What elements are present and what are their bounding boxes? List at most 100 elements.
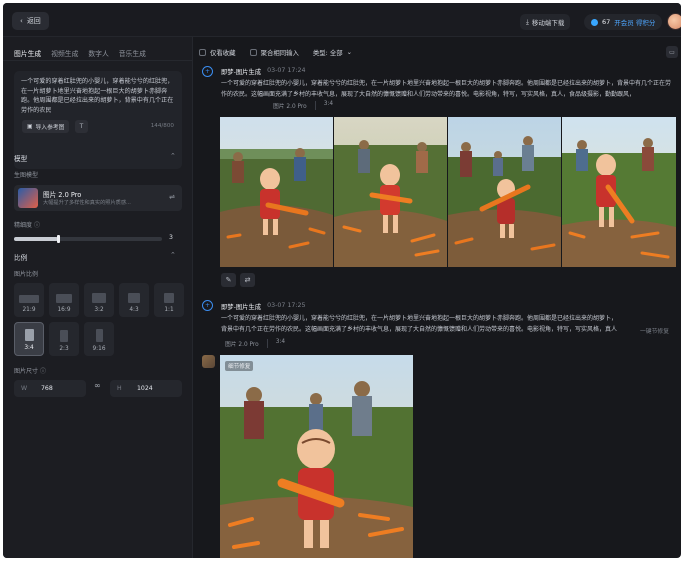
generation-header: 即梦-图片生成 03-07 17:24 <box>221 67 306 76</box>
app-window: ‹ 返回 ⤓ 移动端下载 67 开会员 得积分 图片生成 视频生成 数字人 音乐… <box>3 3 681 558</box>
ratio-sub-label: 图片比例 <box>14 271 39 278</box>
ratio-4-3[interactable]: 4:3 <box>119 283 149 317</box>
vip-link[interactable]: 开会员 得积分 <box>614 17 655 27</box>
chevron-up-icon[interactable]: ⌃ <box>170 251 176 259</box>
generated-image-detail[interactable] <box>220 355 413 558</box>
checkbox-icon <box>199 48 206 56</box>
ratio-9-16[interactable]: 9:16 <box>84 322 114 356</box>
model-section-title: 模型 <box>14 155 28 163</box>
char-counter: 144/800 <box>150 123 174 129</box>
credit-pill[interactable]: 67 开会员 得积分 <box>584 14 663 30</box>
precision-slider[interactable] <box>14 235 162 243</box>
import-reference-button[interactable]: ▣ 导入参考图 <box>22 120 70 133</box>
meta-model: 图片 2.0 Pro <box>225 342 259 348</box>
ratio-label: 9:16 <box>92 346 106 352</box>
import-label: 导入参考图 <box>35 125 65 131</box>
credit-count: 67 <box>602 18 611 26</box>
ratio-1-1[interactable]: 1:1 <box>154 283 184 317</box>
generation-prompt: 一个可爱的穿着红肚兜的小婴儿，穿着能兮兮的红肚兜，在一片胡萝卜地里兴奋地抱起一根… <box>221 80 672 98</box>
generated-image-4[interactable] <box>562 117 676 267</box>
height-field[interactable]: H 1024 <box>110 380 182 397</box>
download-label: 移动端下载 <box>531 19 565 27</box>
ratio-label: 4:3 <box>129 307 139 313</box>
ratio-label: 3:4 <box>24 345 34 351</box>
aggregate-checkbox[interactable]: 聚合相同输入 <box>249 48 299 57</box>
chevron-up-icon[interactable]: ⌃ <box>170 152 176 160</box>
size-label-text: 图片尺寸 <box>14 368 39 375</box>
generation-meta: 图片 2.0 Pro 3:4 <box>225 339 285 348</box>
tab-video-gen[interactable]: 视频生成 <box>51 48 78 60</box>
ratio-16-9[interactable]: 16:9 <box>49 283 79 317</box>
ratio-section-title: 比例 <box>14 254 28 262</box>
generated-image-3[interactable] <box>448 117 561 267</box>
edit-icon[interactable]: ✎ <box>221 273 236 287</box>
ratio-label: 1:1 <box>164 307 174 313</box>
favorites-only-label: 仅看收藏 <box>210 48 236 57</box>
regenerate-icon[interactable]: ⇄ <box>240 273 255 287</box>
prompt-text[interactable]: 一个可爱的穿着红肚兜的小婴儿，穿着能兮兮的红肚兜，在一片胡萝卜地里兴奋地抱起一根… <box>21 77 175 119</box>
generation-title: 即梦-图片生成 <box>221 69 262 76</box>
ratio-3-4[interactable]: 3:4 <box>14 322 44 356</box>
detail-fix-link[interactable]: 一键节修复 <box>640 326 669 335</box>
tab-music-gen[interactable]: 音乐生成 <box>119 48 146 60</box>
top-bar: ‹ 返回 ⤓ 移动端下载 67 开会员 得积分 <box>3 3 681 37</box>
precision-label-text: 精细度 <box>14 222 33 229</box>
precision-slider-handle[interactable] <box>57 235 61 243</box>
mode-tabs: 图片生成 视频生成 数字人 音乐生成 <box>3 37 192 61</box>
info-icon[interactable]: ⓘ <box>40 368 46 375</box>
ratio-shape-icon <box>164 293 174 303</box>
model-desc: 大幅提升了多样性和真实的照片质感... <box>43 200 131 206</box>
detail-fix-badge: 细节修复 <box>225 361 254 371</box>
ratio-label: 21:9 <box>22 307 36 313</box>
ratio-3-2[interactable]: 3:2 <box>84 283 114 317</box>
ratio-21-9[interactable]: 21:9 <box>14 283 44 317</box>
type-filter-label: 类型: 全部 <box>312 48 343 57</box>
back-label: 返回 <box>26 17 41 25</box>
link-icon[interactable]: ∞ <box>94 381 101 390</box>
width-value[interactable]: 768 <box>41 385 53 392</box>
credit-icon <box>591 18 598 26</box>
height-value[interactable]: 1024 <box>137 385 153 392</box>
ratio-label: 2:3 <box>59 346 69 352</box>
precision-slider-fill <box>14 237 59 241</box>
settings-sliders-icon[interactable]: ⇌ <box>169 193 175 201</box>
generation-icon: + <box>202 66 213 77</box>
favorites-only-checkbox[interactable]: 仅看收藏 <box>199 48 236 57</box>
ratio-shape-icon <box>95 329 103 342</box>
meta-ratio: 3:4 <box>266 339 285 348</box>
generated-image-1[interactable] <box>220 117 333 267</box>
user-avatar[interactable] <box>667 13 681 30</box>
model-selector[interactable]: 图片 2.0 Pro 大幅提升了多样性和真实的照片质感... ⇌ <box>14 185 182 211</box>
image-icon: ▣ <box>27 123 33 130</box>
height-key: H <box>117 385 122 392</box>
width-field[interactable]: W 768 <box>14 380 86 397</box>
chevron-down-icon: ⌄ <box>346 48 353 56</box>
aggregate-label: 聚合相同输入 <box>260 48 299 57</box>
tab-digital-human[interactable]: 数字人 <box>88 48 108 60</box>
tab-image-gen[interactable]: 图片生成 <box>14 48 41 60</box>
meta-model: 图片 2.0 Pro <box>273 104 307 110</box>
type-filter-dropdown[interactable]: 类型: 全部 ⌄ <box>313 48 352 57</box>
meta-ratio: 3:4 <box>314 101 333 110</box>
mobile-download-button[interactable]: ⤓ 移动端下载 <box>520 14 571 30</box>
generation-header: 即梦-图片生成 03-07 17:25 <box>221 302 306 311</box>
ratio-2-3[interactable]: 2:3 <box>49 322 79 356</box>
text-tool-icon[interactable]: T <box>75 120 88 133</box>
generation-time: 03-07 17:24 <box>267 67 306 74</box>
info-icon[interactable]: ⓘ <box>34 222 40 229</box>
prompt-input[interactable]: 一个可爱的穿着红肚兜的小婴儿，穿着能兮兮的红肚兜，在一片胡萝卜地里兴奋地抱起一根… <box>14 71 182 169</box>
generation-time: 03-07 17:25 <box>267 302 306 309</box>
generated-image-2[interactable] <box>334 117 447 267</box>
ratio-label: 16:9 <box>57 307 71 313</box>
left-panel: 图片生成 视频生成 数字人 音乐生成 一个可爱的穿着红肚兜的小婴儿，穿着能兮兮的… <box>3 37 193 558</box>
ratio-shape-icon <box>128 293 140 303</box>
layout-toggle-icon[interactable]: ▭ <box>666 46 678 58</box>
ratio-shape-icon <box>24 329 34 341</box>
precision-value: 3 <box>169 234 173 241</box>
ratio-shape-icon <box>56 294 72 303</box>
width-key: W <box>21 385 28 392</box>
back-button[interactable]: ‹ 返回 <box>12 12 49 30</box>
ratio-shape-icon <box>60 330 68 342</box>
ratio-shape-icon <box>19 295 39 303</box>
generation-icon: + <box>202 300 213 311</box>
